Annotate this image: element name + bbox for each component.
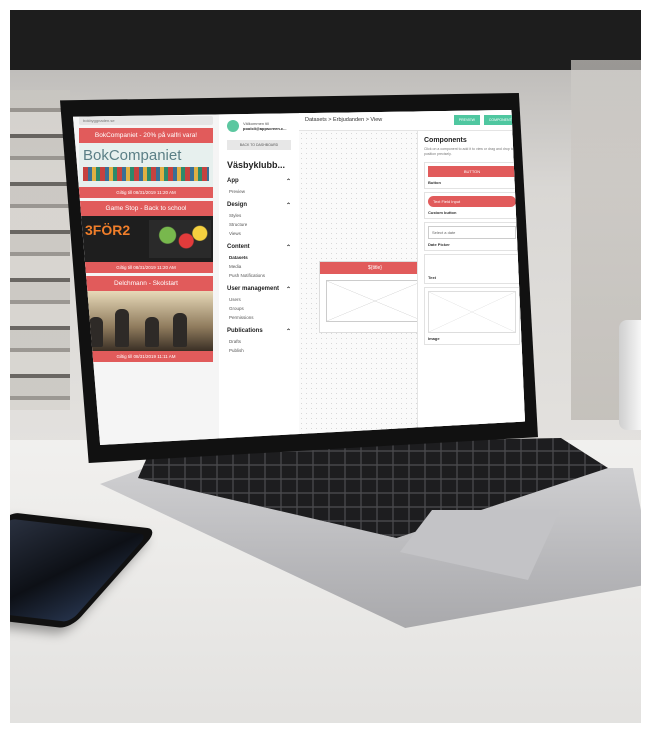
person-figure: [115, 309, 129, 347]
card-title[interactable]: Game Stop - Back to school: [79, 201, 213, 216]
books-illustration: [83, 167, 209, 181]
sidebar-item-views[interactable]: Views: [219, 229, 299, 238]
back-to-dashboard-button[interactable]: BACK TO DASHBOARD: [227, 140, 291, 150]
sidebar: Välkommen till poolcli@appscreen.c... BA…: [219, 110, 300, 445]
image-placeholder: [326, 280, 424, 322]
design-canvas[interactable]: ${title}: [299, 131, 431, 445]
card-title[interactable]: BokCompaniet - 20% på valfri vara!: [79, 128, 213, 143]
components-panel: Components × Click on a component to add…: [417, 131, 525, 445]
component-input-preview: Select a date: [428, 226, 516, 239]
profile-text: Välkommen till poolcli@appscreen.c...: [243, 121, 286, 131]
component-custom-button[interactable]: Text Field Input Custom button: [424, 192, 520, 219]
editor: Datasets > Erbjudanden > View PREVIEW CO…: [299, 110, 525, 445]
component-button-preview: BUTTON: [428, 166, 516, 177]
card-image: BokCompaniet: [79, 143, 213, 187]
sidebar-item-drafts[interactable]: Drafts: [219, 337, 299, 346]
components-description: Click on a component to add it to view o…: [424, 147, 514, 156]
card-footer: Giltig till 08/31/2019 11:20 AM: [79, 187, 213, 198]
section-title: App: [227, 178, 239, 184]
component-image[interactable]: Image: [424, 287, 520, 345]
component-label: Button: [428, 180, 441, 185]
view-component[interactable]: ${title}: [319, 261, 431, 333]
section-title: Publications: [227, 328, 263, 334]
component-date-picker[interactable]: Select a date Date Picker: [424, 222, 520, 251]
editor-topbar: Datasets > Erbjudanden > View PREVIEW CO…: [299, 110, 525, 131]
laptop-screen: bokbyggnaden.se BokCompaniet - 20% på va…: [73, 110, 525, 445]
component-label: Date Picker: [428, 242, 450, 247]
background-books: [10, 90, 70, 410]
chevron-up-icon: ⌃: [285, 287, 291, 293]
component-pill-preview: Text Field Input: [428, 196, 516, 207]
component-image-preview: [428, 291, 516, 333]
components-header: Components ×: [418, 131, 525, 144]
promo-text: 3FÖR2: [85, 222, 131, 238]
sidebar-item-users[interactable]: Users: [219, 295, 299, 304]
section-title: User management: [227, 286, 280, 292]
chevron-up-icon: ⌃: [285, 179, 291, 185]
card-footer: Giltig till 08/31/2019 11:11 AM: [79, 351, 213, 362]
card-footer: Giltig till 08/31/2019 11:20 AM: [79, 262, 213, 273]
avatar: [227, 120, 239, 132]
sidebar-item-media[interactable]: Media: [219, 262, 299, 271]
sidebar-item-publish[interactable]: Publish: [219, 346, 299, 355]
sidebar-item-groups[interactable]: Groups: [219, 304, 299, 313]
photo-scene: bokbyggnaden.se BokCompaniet - 20% på va…: [0, 0, 651, 733]
profile-line2: poolcli@appscreen.c...: [243, 126, 287, 131]
sidebar-item-push[interactable]: Push Notifications: [219, 271, 299, 280]
card-image: [79, 291, 213, 351]
chevron-up-icon: ⌃: [285, 203, 291, 209]
chevron-up-icon: ⌃: [285, 245, 291, 251]
component-text[interactable]: Text: [424, 254, 520, 284]
toys-illustration: [149, 220, 211, 258]
nav-section-design[interactable]: Design ⌃: [219, 196, 299, 211]
section-title: Design: [227, 202, 248, 208]
nav-section-content[interactable]: Content ⌃: [219, 238, 299, 253]
sidebar-item-structure[interactable]: Structure: [219, 220, 299, 229]
chevron-up-icon: ⌃: [285, 329, 291, 335]
sidebar-item-datasets[interactable]: Datasets: [219, 253, 299, 262]
sidebar-item-preview[interactable]: Preview: [219, 187, 299, 196]
component-button[interactable]: BUTTON Button: [424, 162, 520, 189]
component-label: Custom button: [428, 210, 457, 215]
card-title[interactable]: Delchmann - Skolstart: [79, 276, 213, 291]
card-image: 3FÖR2: [79, 216, 213, 262]
nav-section-publications[interactable]: Publications ⌃: [219, 322, 299, 337]
nav-section-app[interactable]: App ⌃: [219, 172, 299, 187]
breadcrumb[interactable]: Datasets > Erbjudanden > View: [305, 117, 450, 123]
preview-button[interactable]: PREVIEW: [453, 115, 480, 125]
sidebar-item-styles[interactable]: Styles: [219, 211, 299, 220]
background-shelf: [10, 10, 641, 70]
site-title: Väsbyklubb...: [227, 160, 286, 170]
mug: [619, 320, 641, 430]
person-figure: [145, 317, 159, 347]
nav-section-users[interactable]: User management ⌃: [219, 280, 299, 295]
component-text-preview: [428, 258, 516, 272]
person-figure: [173, 313, 187, 347]
components-title: Components: [424, 137, 467, 144]
sidebar-item-permissions[interactable]: Permissions: [219, 313, 299, 322]
component-label: Text: [428, 275, 436, 280]
view-title: ${title}: [320, 262, 430, 274]
brand-text: BokCompaniet: [83, 147, 182, 164]
component-label: Image: [428, 336, 440, 341]
section-title: Content: [227, 244, 250, 250]
url-bar[interactable]: bokbyggnaden.se: [79, 116, 213, 125]
